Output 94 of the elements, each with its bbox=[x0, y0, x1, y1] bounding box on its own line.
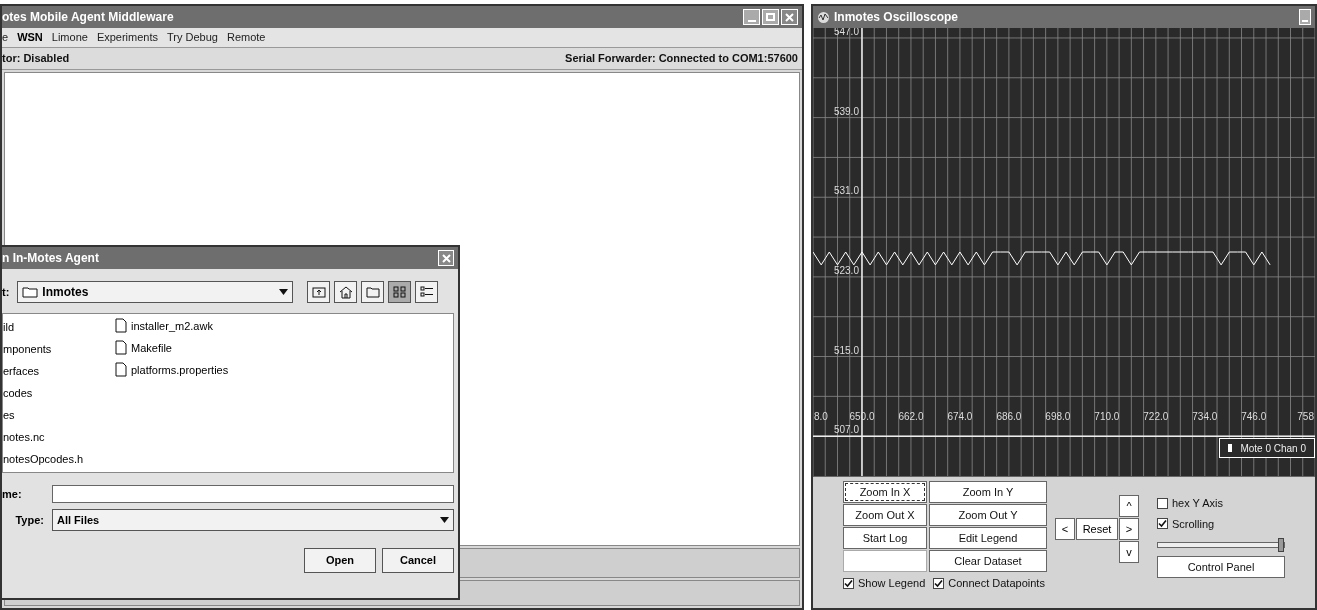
reset-button[interactable]: Reset bbox=[1076, 518, 1118, 540]
checkbox-label: Connect Datapoints bbox=[948, 576, 1045, 591]
y-tick-label: 507.0 bbox=[833, 424, 859, 436]
pan-up-button[interactable]: ^ bbox=[1119, 495, 1139, 517]
file-type-combo[interactable]: All Files bbox=[52, 509, 454, 531]
checkbox[interactable] bbox=[1157, 497, 1168, 509]
slider-thumb[interactable] bbox=[1278, 538, 1284, 552]
dropdown-arrow-icon bbox=[279, 289, 289, 295]
toolbar-button[interactable] bbox=[334, 281, 358, 303]
toolbar-button[interactable] bbox=[307, 281, 331, 303]
x-tick-label: 722.0 bbox=[1143, 411, 1169, 423]
details-view-icon bbox=[419, 286, 434, 298]
x-tick-label: 662.0 bbox=[898, 411, 924, 423]
file-type-label: Type: bbox=[14, 512, 44, 528]
chart-button[interactable]: Start Log bbox=[843, 527, 927, 549]
x-tick-label: 674.0 bbox=[947, 411, 973, 423]
x-tick-label: 710.0 bbox=[1094, 411, 1120, 423]
toolbar-button[interactable] bbox=[361, 281, 385, 303]
close-button[interactable] bbox=[438, 250, 454, 266]
pan-left-button[interactable]: < bbox=[1055, 518, 1075, 540]
control-panel-button[interactable]: Control Panel bbox=[1157, 556, 1285, 578]
look-in-combo[interactable]: Inmotes bbox=[17, 281, 294, 303]
pan-down-button[interactable]: v bbox=[1119, 541, 1139, 563]
window-title: Inmotes Oscilloscope bbox=[834, 9, 959, 26]
dialog-button[interactable]: Cancel bbox=[382, 548, 454, 573]
look-in-label: t: bbox=[2, 284, 10, 300]
minimize-icon bbox=[747, 20, 756, 22]
file-entry[interactable]: ild bbox=[3, 318, 109, 340]
minimize-icon bbox=[1302, 20, 1308, 22]
file-icon bbox=[115, 318, 127, 333]
y-tick-label: 547.0 bbox=[833, 28, 859, 37]
menu-item[interactable]: Experiments bbox=[96, 29, 158, 46]
menu-item[interactable]: Remote bbox=[226, 29, 266, 46]
y-tick-label: 515.0 bbox=[833, 344, 859, 356]
x-tick-label: 698.0 bbox=[1045, 411, 1071, 423]
serial-forwarder-status: Serial Forwarder: Connected to COM1:57600 bbox=[565, 51, 798, 67]
x-tick-label: 746.0 bbox=[1241, 411, 1267, 423]
dialog-button[interactable]: Open bbox=[304, 548, 376, 573]
pan-right-button[interactable]: > bbox=[1119, 518, 1139, 540]
checkbox[interactable] bbox=[1157, 518, 1168, 530]
up-folder-icon bbox=[311, 286, 326, 298]
y-tick-label: 523.0 bbox=[833, 264, 859, 276]
file-entry[interactable]: notesOpcodes.h bbox=[3, 450, 109, 472]
y-tick-label: 531.0 bbox=[833, 185, 859, 197]
checkbox-label: hex Y Axis bbox=[1172, 496, 1223, 511]
window-title: otes Mobile Agent Middleware bbox=[2, 9, 174, 26]
checkbox[interactable] bbox=[933, 577, 945, 589]
app-icon bbox=[817, 10, 830, 24]
checkbox-label: Show Legend bbox=[858, 576, 926, 591]
checkbox[interactable] bbox=[843, 577, 854, 589]
file-entry[interactable]: notes.nc bbox=[3, 428, 109, 450]
folder-icon bbox=[365, 286, 380, 298]
toolbar-button[interactable] bbox=[388, 281, 412, 303]
x-tick-label: 734.0 bbox=[1192, 411, 1218, 423]
menu-item[interactable]: e bbox=[2, 29, 9, 46]
file-name-field[interactable] bbox=[52, 485, 454, 503]
x-tick-label: 758 bbox=[1297, 411, 1314, 423]
file-entry[interactable]: Makefile bbox=[131, 340, 172, 356]
file-entry[interactable]: mponents bbox=[3, 340, 109, 362]
file-entry[interactable]: codes bbox=[3, 384, 109, 406]
toolbar-button[interactable] bbox=[415, 281, 439, 303]
x-tick-label: 8.0 bbox=[814, 411, 828, 423]
chart-button[interactable]: Zoom In Y bbox=[929, 481, 1047, 503]
legend-label: Mote 0 Chan 0 bbox=[1240, 441, 1306, 456]
close-icon bbox=[441, 253, 451, 263]
dropdown-arrow-icon bbox=[440, 517, 449, 523]
file-entry[interactable]: installer_m2.awk bbox=[131, 318, 213, 334]
chart-button[interactable]: Edit Legend bbox=[929, 527, 1047, 549]
checkbox-label: Scrolling bbox=[1172, 516, 1215, 532]
chart-button[interactable]: Zoom Out X bbox=[843, 504, 927, 526]
file-name-label: me: bbox=[2, 486, 23, 502]
close-button[interactable] bbox=[781, 9, 798, 25]
file-entry[interactable]: es bbox=[3, 406, 109, 428]
chart-button[interactable]: Clear Dataset bbox=[929, 550, 1047, 572]
chart-button[interactable]: Zoom Out Y bbox=[929, 504, 1047, 526]
list-view-icon bbox=[392, 286, 407, 298]
menu-item[interactable]: Limone bbox=[51, 29, 88, 46]
menu-item[interactable]: Try Debug bbox=[167, 29, 218, 46]
maximize-icon bbox=[766, 13, 775, 21]
monitor-status: tor: Disabled bbox=[2, 51, 70, 67]
close-icon bbox=[785, 12, 794, 22]
look-in-value: Inmotes bbox=[42, 284, 90, 301]
file-icon bbox=[115, 340, 127, 355]
dialog-title: n In-Motes Agent bbox=[2, 250, 99, 267]
chart-button[interactable]: Zoom In X bbox=[843, 481, 927, 503]
file-icon bbox=[115, 362, 127, 377]
file-entry[interactable]: erfaces bbox=[3, 362, 109, 384]
file-type-value: All Files bbox=[57, 512, 100, 528]
home-icon bbox=[338, 285, 353, 299]
y-tick-label: 539.0 bbox=[833, 105, 859, 117]
folder-icon bbox=[22, 286, 39, 298]
menu-item[interactable]: WSN bbox=[17, 29, 43, 46]
x-tick-label: 686.0 bbox=[996, 411, 1022, 423]
file-entry[interactable]: platforms.properties bbox=[131, 362, 229, 378]
